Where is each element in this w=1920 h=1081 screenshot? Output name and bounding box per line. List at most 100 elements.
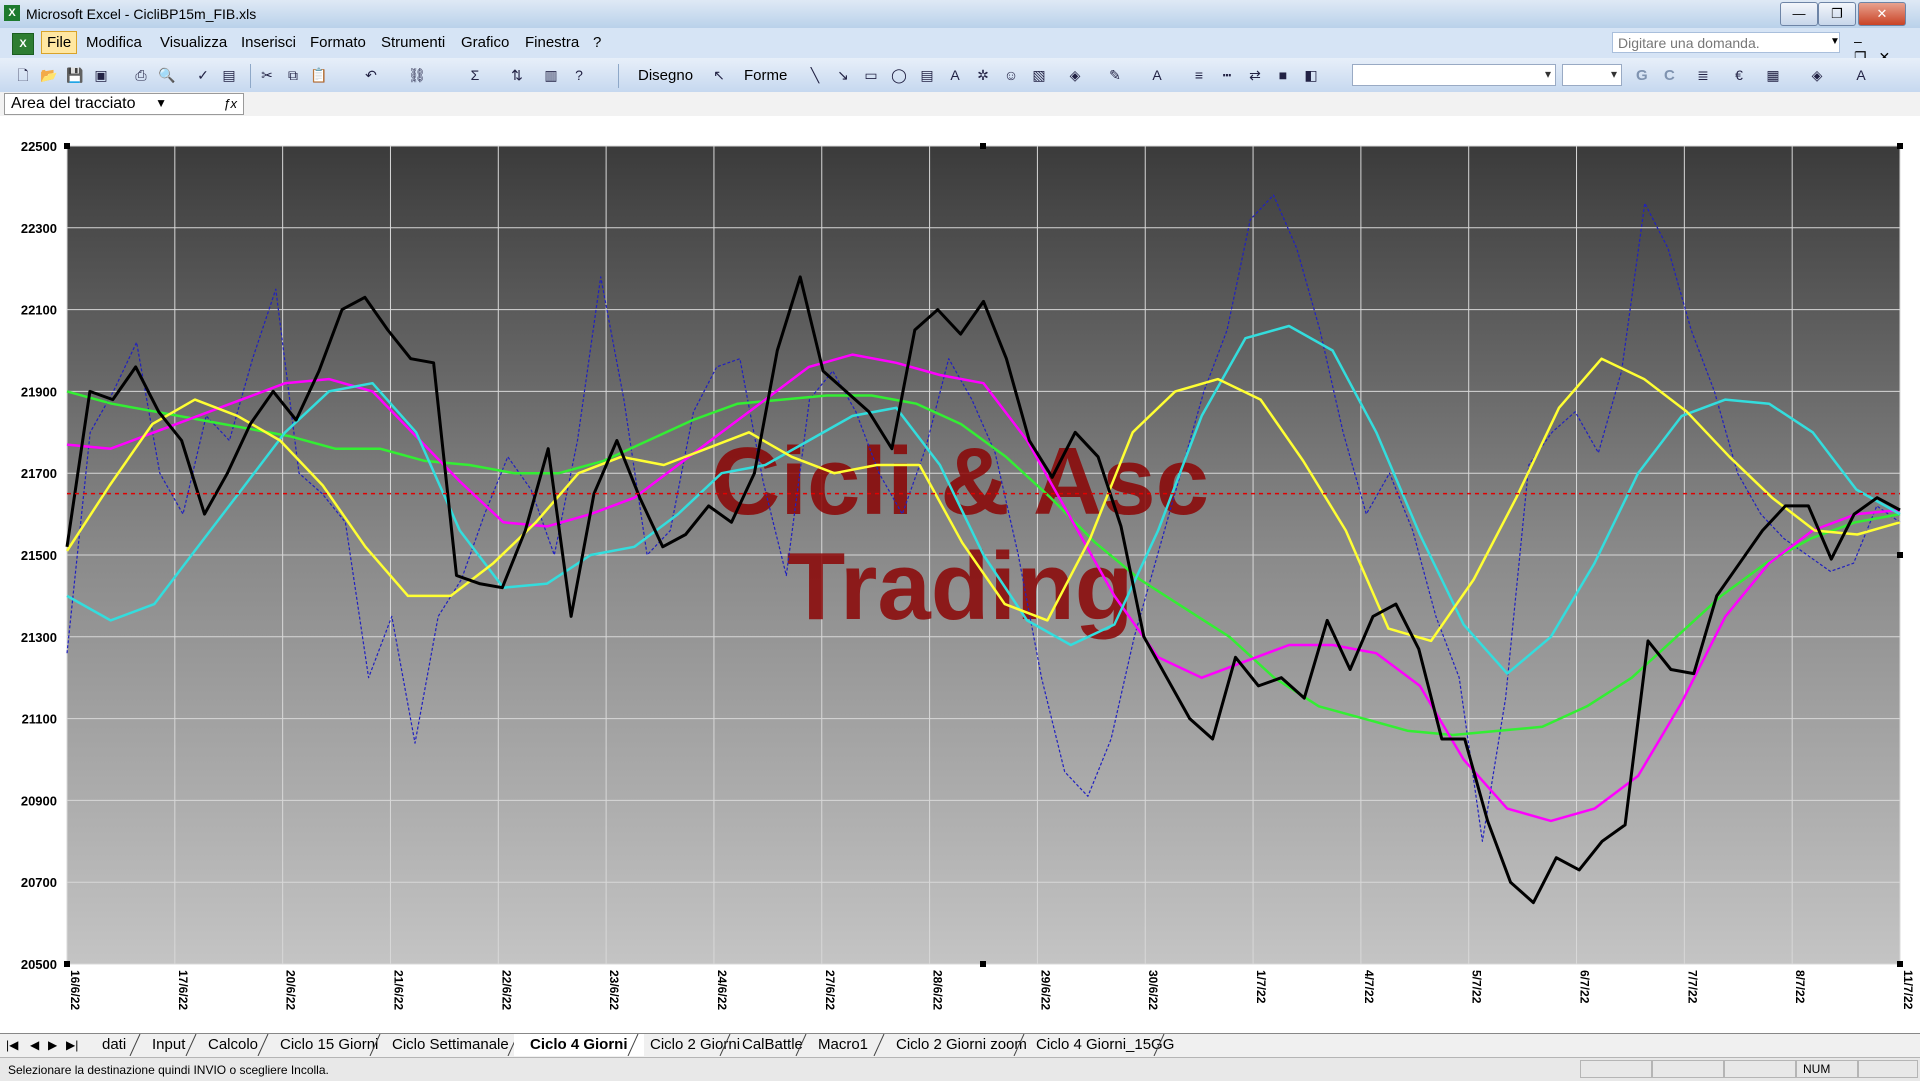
oval-icon[interactable]: ◯ (890, 66, 908, 84)
clipart-icon[interactable]: ☺ (1002, 66, 1020, 84)
menu-inserisci[interactable]: Inserisci (241, 34, 296, 51)
spelling-icon[interactable]: ✓ (194, 66, 212, 84)
undo-icon[interactable]: ↶ (362, 66, 380, 84)
new-icon[interactable]: 🗋 (14, 66, 32, 84)
textbox-icon[interactable]: ▤ (918, 66, 936, 84)
rectangle-icon[interactable]: ▭ (862, 66, 880, 84)
minimize-button[interactable]: — (1780, 2, 1818, 26)
sort-icon[interactable]: ⇅ (508, 66, 526, 84)
x-tick-label: 8/7/22 (1793, 970, 1807, 1004)
menu-finestra[interactable]: Finestra (525, 34, 579, 51)
window-title: Microsoft Excel - CicliBP15m_FIB.xls (26, 6, 257, 22)
status-message: Selezionare la destinazione quindi INVIO… (8, 1063, 329, 1077)
chevron-down-icon[interactable]: ▼ (155, 96, 167, 110)
print-preview-icon[interactable]: 🔍 (158, 66, 176, 84)
menu-formato[interactable]: Formato (310, 34, 366, 51)
line-icon[interactable]: ╲ (806, 66, 824, 84)
copy-icon[interactable]: ⧉ (284, 66, 302, 84)
y-tick-label: 21900 (21, 384, 57, 399)
menu-grafico[interactable]: Grafico (461, 34, 509, 51)
dash-style-icon[interactable]: ┅ (1218, 66, 1236, 84)
print-icon[interactable]: ⎙ (132, 66, 150, 84)
excel-app-icon[interactable]: X (4, 5, 20, 21)
save-icon[interactable]: 💾 (66, 66, 84, 84)
y-tick-label: 21300 (21, 630, 57, 645)
sheet-tab-bar: |◀ ◀ ▶ ▶| dati Input Calcolo Ciclo 15 Giorn… (0, 1033, 1920, 1058)
chart[interactable]: 22500 22300 22100 21900 21700 21500 21300 21100… (0, 116, 1920, 1033)
x-tick-label: 5/7/22 (1470, 970, 1484, 1004)
x-tick-label: 21/6/22 (391, 970, 405, 1010)
menu-modifica[interactable]: Modifica (86, 34, 142, 51)
font-name-select[interactable] (1352, 64, 1556, 86)
3d-icon[interactable]: ◧ (1302, 66, 1320, 84)
arrow-icon[interactable]: ↘ (834, 66, 852, 84)
research-icon[interactable]: ▤ (220, 66, 238, 84)
help-icon[interactable]: ? (570, 66, 588, 84)
x-tick-label: 28/6/22 (931, 970, 945, 1010)
line-color-icon[interactable]: ✎ (1106, 66, 1124, 84)
last-sheet-button[interactable]: ▶| (66, 1038, 78, 1052)
x-tick-label: 16/6/22 (68, 970, 82, 1010)
close-button[interactable]: ✕ (1858, 2, 1906, 26)
sheet-tab[interactable]: Ciclo 4 Giorni (514, 1034, 644, 1056)
x-tick-label: 20/6/22 (284, 970, 298, 1010)
menu-strumenti[interactable]: Strumenti (381, 34, 445, 51)
y-tick-label: 22100 (21, 303, 57, 318)
x-tick-label: 7/7/22 (1685, 970, 1699, 1004)
status-cell (1652, 1060, 1724, 1078)
euro-icon[interactable]: € (1730, 66, 1748, 84)
help-dropdown-icon[interactable]: ▼ (1830, 36, 1840, 47)
shadow-icon[interactable]: ■ (1274, 66, 1292, 84)
font-color-icon[interactable]: A (1148, 66, 1166, 84)
maximize-button[interactable]: ❐ (1818, 2, 1856, 26)
chart-element-selector[interactable]: Area del tracciato ▼ ƒx (4, 93, 244, 115)
insert-link-icon[interactable]: ⛓ (408, 66, 426, 84)
permission-icon[interactable]: ▣ (92, 66, 110, 84)
y-tick-label: 20500 (21, 957, 57, 972)
select-objects-icon[interactable]: ↖ (710, 66, 728, 84)
chart-sheet[interactable]: 22500 22300 22100 21900 21700 21500 21300 21100… (0, 116, 1920, 1033)
chart-wizard-icon[interactable]: ▥ (542, 66, 560, 84)
line-style-icon[interactable]: ≡ (1190, 66, 1208, 84)
font-color-icon[interactable]: A (1852, 66, 1870, 84)
x-tick-label: 22/6/22 (499, 970, 513, 1010)
paste-icon[interactable]: 📋 (310, 66, 328, 84)
align-icon[interactable]: ≣ (1694, 66, 1712, 84)
y-tick-label: 21500 (21, 548, 57, 563)
toolbar-separator (250, 64, 251, 88)
status-num: NUM (1796, 1060, 1858, 1078)
prev-sheet-button[interactable]: ◀ (30, 1038, 39, 1052)
workbook-icon[interactable]: X (12, 33, 34, 55)
x-tick-label: 29/6/22 (1038, 970, 1052, 1010)
first-sheet-button[interactable]: |◀ (6, 1038, 18, 1052)
y-tick-label: 20900 (21, 793, 57, 808)
autosum-icon[interactable]: Σ (466, 66, 484, 84)
diagram-icon[interactable]: ✲ (974, 66, 992, 84)
autoshapes-menu[interactable]: Forme (744, 67, 787, 84)
x-axis-labels: 16/6/22 17/6/22 20/6/22 21/6/22 22/6/22 23/6/… (68, 970, 1915, 1010)
picture-icon[interactable]: ▧ (1030, 66, 1048, 84)
x-tick-label: 27/6/22 (823, 970, 837, 1010)
fill-color-icon[interactable]: ◈ (1066, 66, 1084, 84)
x-tick-label: 23/6/22 (607, 970, 621, 1010)
title-bar: X Microsoft Excel - CicliBP15m_FIB.xls —… (0, 0, 1920, 29)
arrow-style-icon[interactable]: ⇄ (1246, 66, 1264, 84)
menu-help[interactable]: ? (593, 34, 601, 51)
font-size-select[interactable] (1562, 64, 1622, 86)
drawing-menu[interactable]: Disegno (638, 67, 693, 84)
cut-icon[interactable]: ✂ (258, 66, 276, 84)
next-sheet-button[interactable]: ▶ (48, 1038, 57, 1052)
format-selection-icon[interactable]: ƒx (223, 96, 237, 111)
menu-file[interactable]: File (41, 31, 78, 54)
fill-color-icon[interactable]: ◈ (1808, 66, 1826, 84)
open-icon[interactable]: 📂 (40, 66, 58, 84)
menu-visualizza[interactable]: Visualizza (160, 34, 227, 51)
x-tick-label: 1/7/22 (1254, 970, 1268, 1004)
help-question-input[interactable]: Digitare una domanda. (1612, 32, 1840, 53)
borders-icon[interactable]: ▦ (1764, 66, 1782, 84)
wordart-icon[interactable]: A (946, 66, 964, 84)
y-tick-label: 21100 (22, 712, 57, 727)
italic-button[interactable]: C (1664, 67, 1675, 84)
sheet-tab[interactable]: Ciclo Settimanale (376, 1034, 525, 1056)
bold-button[interactable]: G (1636, 67, 1648, 84)
